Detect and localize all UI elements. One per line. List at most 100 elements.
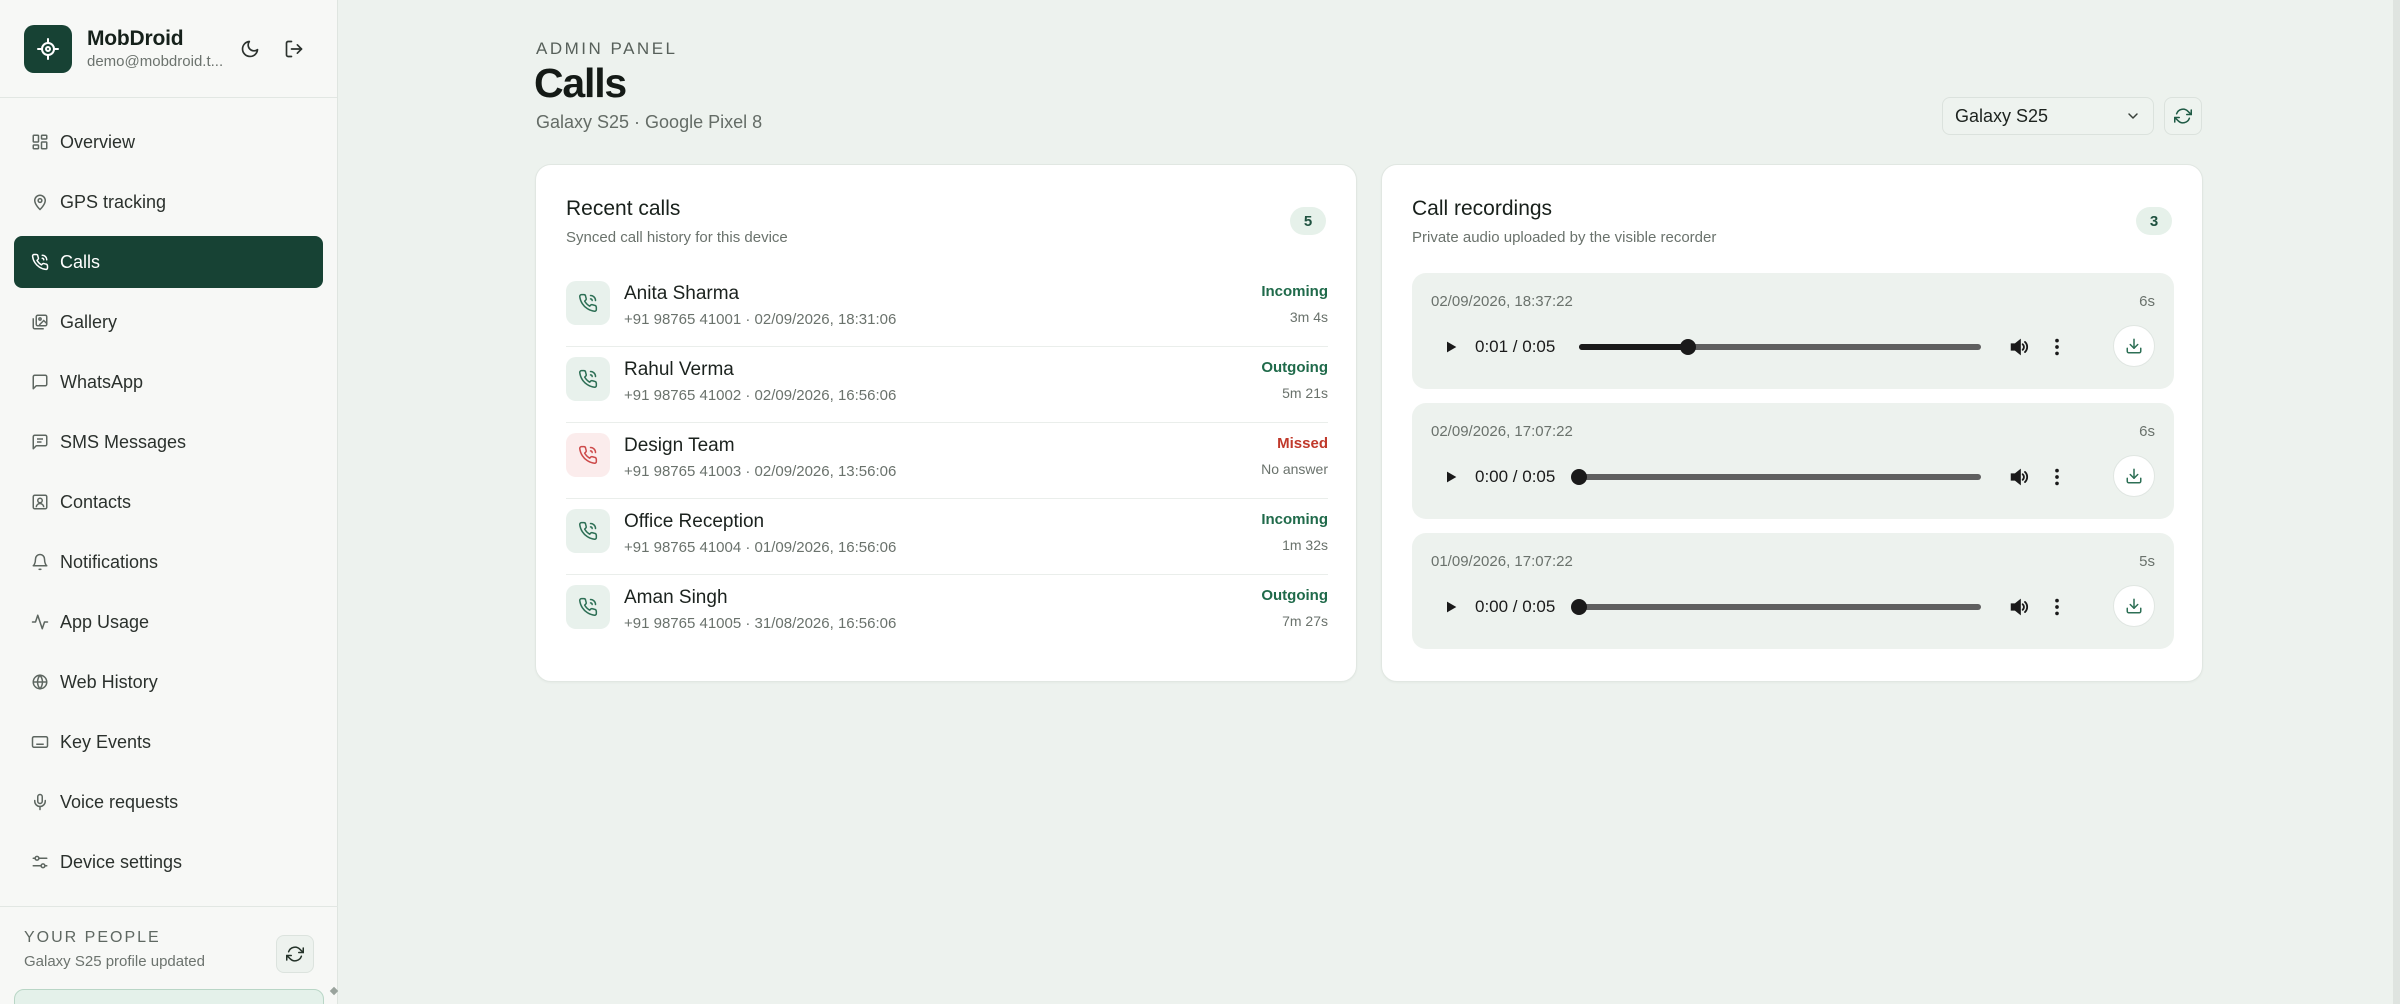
sidebar-item-web-history[interactable]: Web History [14, 656, 323, 708]
incoming-call-icon [566, 509, 610, 553]
sidebar-item-overview[interactable]: Overview [14, 116, 323, 168]
sidebar-item-label: Key Events [60, 731, 152, 752]
sidebar-item-gallery[interactable]: Gallery [14, 296, 323, 348]
map-pin-icon [30, 192, 50, 212]
seek-thumb[interactable] [1679, 339, 1696, 355]
more-options-icon[interactable] [2045, 335, 2069, 359]
download-button[interactable] [2113, 455, 2155, 497]
sidebar-item-contacts[interactable]: Contacts [14, 476, 323, 528]
target-icon [24, 24, 72, 73]
sidebar-item-calls[interactable]: Calls [14, 236, 323, 288]
call-duration: 1m 32s [1282, 537, 1328, 553]
device-select-value: Galaxy S25 [1955, 105, 2049, 126]
call-row[interactable]: Office Reception +91 98765 41004 · 01/09… [566, 499, 1328, 575]
seek-bar-fill [1579, 344, 1688, 350]
incoming-call-icon [566, 281, 610, 325]
download-icon [2125, 597, 2143, 615]
page-scrollbar[interactable] [2393, 0, 2400, 1004]
seek-bar[interactable] [1579, 339, 1981, 355]
brand-header: MobDroid demo@mobdroid.t... [0, 0, 337, 98]
call-row[interactable]: Rahul Verma +91 98765 41002 · 02/09/2026… [566, 347, 1328, 423]
logout-icon[interactable] [279, 34, 309, 64]
call-duration: No answer [1261, 461, 1328, 477]
call-meta: +91 98765 41003 · 02/09/2026, 13:56:06 [624, 463, 897, 480]
call-row[interactable]: Anita Sharma +91 98765 41001 · 02/09/202… [566, 271, 1328, 347]
call-duration: 7m 27s [1282, 613, 1328, 629]
audio-player: 0:01 / 0:05 [1431, 327, 2071, 367]
call-type: Missed [1277, 435, 1328, 452]
recent-calls-subtitle: Synced call history for this device [566, 229, 788, 246]
device-select[interactable]: Galaxy S25 [1942, 97, 2154, 135]
seek-bar[interactable] [1571, 599, 1981, 615]
call-meta: +91 98765 41002 · 02/09/2026, 16:56:06 [624, 387, 897, 404]
recording-length: 6s [2139, 293, 2155, 310]
page-eyebrow: ADMIN PANEL [536, 39, 678, 58]
call-row[interactable]: Aman Singh +91 98765 41005 · 31/08/2026,… [566, 575, 1328, 651]
call-meta: +91 98765 41001 · 02/09/2026, 18:31:06 [624, 311, 897, 328]
refresh-icon [286, 945, 304, 963]
volume-icon[interactable] [2007, 595, 2031, 619]
sidebar-item-label: Web History [60, 671, 158, 692]
sidebar-item-label: Gallery [60, 311, 118, 332]
account-email: demo@mobdroid.t... [87, 52, 224, 70]
sidebar-item-label: Calls [60, 251, 101, 272]
download-button[interactable] [2113, 325, 2155, 367]
sidebar-item-whatsapp[interactable]: WhatsApp [14, 356, 323, 408]
playback-time: 0:00 / 0:05 [1475, 597, 1556, 616]
play-icon[interactable] [1431, 457, 1471, 497]
sidebar-item-label: Overview [60, 131, 136, 152]
call-recordings-subtitle: Private audio uploaded by the visible re… [1412, 229, 1717, 246]
outgoing-call-icon [566, 357, 610, 401]
caller-name: Aman Singh [624, 587, 728, 608]
recent-calls-card: Recent calls Synced call history for thi… [535, 164, 1357, 682]
call-type: Incoming [1261, 283, 1328, 300]
play-icon[interactable] [1431, 587, 1471, 627]
recent-calls-title: Recent calls [566, 197, 681, 220]
outgoing-call-icon [566, 585, 610, 629]
brand-name: MobDroid [87, 26, 184, 50]
volume-icon[interactable] [2007, 335, 2031, 359]
download-button[interactable] [2113, 585, 2155, 627]
sidebar-item-label: Voice requests [60, 791, 179, 812]
sidebar-item-device-settings[interactable]: Device settings [14, 836, 323, 888]
sidebar-item-app-usage[interactable]: App Usage [14, 596, 323, 648]
call-recordings-count-badge: 3 [2136, 207, 2172, 235]
message-icon [30, 432, 50, 452]
seek-thumb[interactable] [1571, 469, 1587, 485]
call-recordings-card: Call recordings Private audio uploaded b… [1381, 164, 2203, 682]
call-type: Outgoing [1261, 587, 1328, 604]
sidebar-item-label: App Usage [60, 611, 150, 632]
call-meta: +91 98765 41005 · 31/08/2026, 16:56:06 [624, 615, 897, 632]
volume-icon[interactable] [2007, 465, 2031, 489]
contacts-icon [30, 492, 50, 512]
dark-mode-moon-icon[interactable] [235, 34, 265, 64]
more-options-icon[interactable] [2045, 595, 2069, 619]
sidebar-item-key-events[interactable]: Key Events [14, 716, 323, 768]
recording-item: 01/09/2026, 17:07:22 5s 0:00 / 0:05 [1412, 533, 2174, 649]
sidebar-item-sms-messages[interactable]: SMS Messages [14, 416, 323, 468]
play-icon[interactable] [1431, 327, 1471, 367]
people-refresh-button[interactable] [276, 935, 314, 973]
sidebar-item-label: Device settings [60, 851, 183, 872]
call-row[interactable]: Design Team +91 98765 41003 · 02/09/2026… [566, 423, 1328, 499]
settings-sliders-icon [30, 852, 50, 872]
sidebar-item-voice-requests[interactable]: Voice requests [14, 776, 323, 828]
download-icon [2125, 467, 2143, 485]
recording-item: 02/09/2026, 17:07:22 6s 0:00 / 0:05 [1412, 403, 2174, 519]
bell-icon [30, 552, 50, 572]
recording-length: 5s [2139, 553, 2155, 570]
call-meta: +91 98765 41004 · 01/09/2026, 16:56:06 [624, 539, 897, 556]
person-card[interactable] [14, 989, 324, 1004]
call-recordings-title: Call recordings [1412, 197, 1553, 220]
sidebar-item-notifications[interactable]: Notifications [14, 536, 323, 588]
caller-name: Design Team [624, 435, 735, 456]
grid-icon [30, 132, 50, 152]
recording-date: 02/09/2026, 17:07:22 [1431, 423, 1573, 440]
seek-thumb[interactable] [1571, 599, 1587, 615]
recording-date: 02/09/2026, 18:37:22 [1431, 293, 1573, 310]
seek-bar[interactable] [1571, 469, 1981, 485]
refresh-button[interactable] [2164, 97, 2202, 135]
sidebar-item-gps-tracking[interactable]: GPS tracking [14, 176, 323, 228]
audio-player: 0:00 / 0:05 [1431, 457, 2071, 497]
more-options-icon[interactable] [2045, 465, 2069, 489]
